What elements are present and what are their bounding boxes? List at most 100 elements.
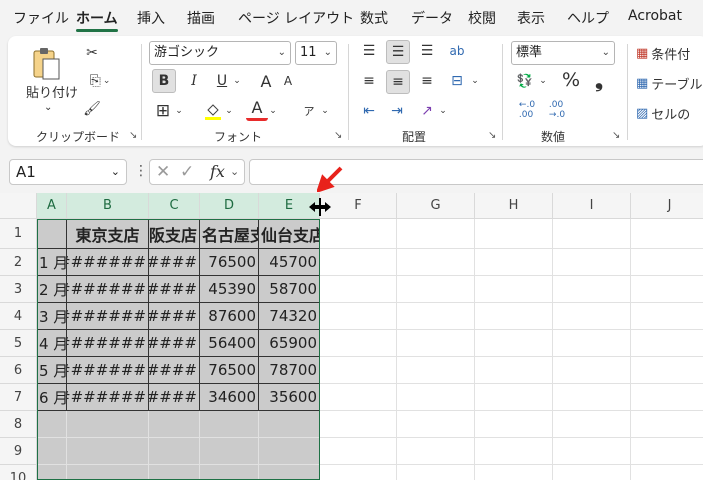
column-header-c[interactable]: C — [149, 193, 200, 219]
alignment-launcher-icon[interactable]: ↘ — [488, 130, 496, 141]
paste-icon[interactable] — [26, 42, 66, 86]
tab-data[interactable]: データ — [411, 8, 453, 28]
font-color-dropdown-icon[interactable]: ⌄ — [268, 99, 278, 123]
cell-h2[interactable] — [475, 249, 553, 276]
comma-style-button[interactable]: ❟ — [590, 68, 608, 92]
phonetic-guide-button[interactable]: ア — [298, 99, 320, 123]
cell-e6[interactable]: 78700 — [259, 357, 320, 384]
cell-g7[interactable] — [397, 384, 475, 411]
cell-e2[interactable]: 45700 — [259, 249, 320, 276]
bold-button[interactable]: B — [152, 69, 176, 93]
cell-j5[interactable] — [631, 330, 703, 357]
cell-b10[interactable] — [67, 465, 149, 480]
cell-e7[interactable]: 35600 — [259, 384, 320, 411]
enter-icon[interactable]: ✓ — [180, 162, 194, 182]
cell-j7[interactable] — [631, 384, 703, 411]
tab-file[interactable]: ファイル — [13, 8, 69, 28]
cell-e5[interactable]: 65900 — [259, 330, 320, 357]
paste-dropdown-icon[interactable]: ⌄ — [44, 102, 52, 113]
cell-f2[interactable] — [320, 249, 397, 276]
cell-b8[interactable] — [67, 411, 149, 438]
cell-f5[interactable] — [320, 330, 397, 357]
column-header-a[interactable]: A — [37, 193, 67, 219]
decrease-indent-icon[interactable]: ⇤ — [358, 100, 380, 122]
cell-i10[interactable] — [553, 465, 631, 480]
format-as-table-button[interactable]: ▦ テーブル — [636, 72, 703, 94]
column-header-d[interactable]: D — [200, 193, 259, 219]
cell-e9[interactable] — [259, 438, 320, 465]
column-header-b[interactable]: B — [67, 193, 149, 219]
align-center-icon[interactable]: ≡ — [386, 70, 410, 94]
more-options-icon[interactable]: ⋮ — [134, 163, 148, 179]
align-bottom-icon[interactable]: ☰ — [416, 40, 438, 62]
shrink-font-button[interactable]: A — [278, 69, 298, 93]
cell-h3[interactable] — [475, 276, 553, 303]
cell-e10[interactable] — [259, 465, 320, 480]
tab-review[interactable]: 校閲 — [468, 8, 496, 28]
grow-font-button[interactable]: A — [256, 69, 276, 93]
cell-h6[interactable] — [475, 357, 553, 384]
italic-button[interactable]: I — [184, 69, 204, 93]
cell-i9[interactable] — [553, 438, 631, 465]
cell-g1[interactable] — [397, 219, 475, 249]
cell-j6[interactable] — [631, 357, 703, 384]
cell-b2[interactable]: ####### — [67, 249, 149, 276]
row-header-7[interactable]: 7 — [0, 384, 37, 411]
cell-a8[interactable] — [37, 411, 67, 438]
tab-insert[interactable]: 挿入 — [137, 8, 165, 28]
cell-h7[interactable] — [475, 384, 553, 411]
cell-a9[interactable] — [37, 438, 67, 465]
cell-f1[interactable] — [320, 219, 397, 249]
cell-i5[interactable] — [553, 330, 631, 357]
column-header-i[interactable]: I — [553, 193, 631, 219]
cell-f6[interactable] — [320, 357, 397, 384]
row-header-5[interactable]: 5 — [0, 330, 37, 357]
column-header-h[interactable]: H — [475, 193, 553, 219]
cell-a4[interactable]: 3 月 — [37, 303, 67, 330]
cell-b4[interactable]: ####### — [67, 303, 149, 330]
percent-style-button[interactable]: % — [560, 68, 582, 92]
cell-d5[interactable]: 56400 — [200, 330, 259, 357]
tab-page-layout[interactable]: ページ レイアウト — [238, 8, 354, 28]
cell-g3[interactable] — [397, 276, 475, 303]
tab-formulas[interactable]: 数式 — [360, 8, 388, 28]
cell-a1[interactable] — [37, 219, 67, 249]
cell-h5[interactable] — [475, 330, 553, 357]
cell-e1[interactable]: 仙台支店 — [259, 219, 320, 249]
merge-dropdown-icon[interactable]: ⌄ — [470, 70, 480, 92]
increase-decimal-icon[interactable]: ←.0.00 — [516, 98, 538, 122]
cell-i2[interactable] — [553, 249, 631, 276]
cell-i6[interactable] — [553, 357, 631, 384]
cell-d1[interactable]: 名古屋支店 — [200, 219, 259, 249]
cell-i1[interactable] — [553, 219, 631, 249]
cell-d2[interactable]: 76500 — [200, 249, 259, 276]
font-color-icon[interactable]: A — [246, 97, 268, 121]
font-name-select[interactable]: 游ゴシック ⌄ — [149, 41, 291, 65]
cell-i3[interactable] — [553, 276, 631, 303]
cell-c2[interactable]: #### — [149, 249, 200, 276]
cell-i4[interactable] — [553, 303, 631, 330]
row-header-8[interactable]: 8 — [0, 411, 37, 438]
cell-b6[interactable]: ####### — [67, 357, 149, 384]
orientation-dropdown-icon[interactable]: ⌄ — [438, 100, 448, 122]
cell-b1[interactable]: 東京支店 — [67, 219, 149, 249]
tab-acrobat[interactable]: Acrobat — [628, 8, 682, 24]
cell-f4[interactable] — [320, 303, 397, 330]
cell-j3[interactable] — [631, 276, 703, 303]
cell-b9[interactable] — [67, 438, 149, 465]
cell-c3[interactable]: #### — [149, 276, 200, 303]
cell-b5[interactable]: ####### — [67, 330, 149, 357]
cell-h8[interactable] — [475, 411, 553, 438]
cell-g5[interactable] — [397, 330, 475, 357]
cell-a6[interactable]: 5 月 — [37, 357, 67, 384]
cell-c10[interactable] — [149, 465, 200, 480]
cell-b7[interactable]: ####### — [67, 384, 149, 411]
cell-c7[interactable]: #### — [149, 384, 200, 411]
conditional-formatting-button[interactable]: ▦ 条件付 — [636, 42, 703, 64]
cell-a7[interactable]: 6 月 — [37, 384, 67, 411]
tab-view[interactable]: 表示 — [517, 8, 545, 28]
clipboard-launcher-icon[interactable]: ↘ — [129, 130, 137, 141]
row-header-9[interactable]: 9 — [0, 438, 37, 465]
cancel-icon[interactable]: ✕ — [156, 162, 170, 182]
borders-icon[interactable]: ⊞ — [152, 99, 174, 123]
